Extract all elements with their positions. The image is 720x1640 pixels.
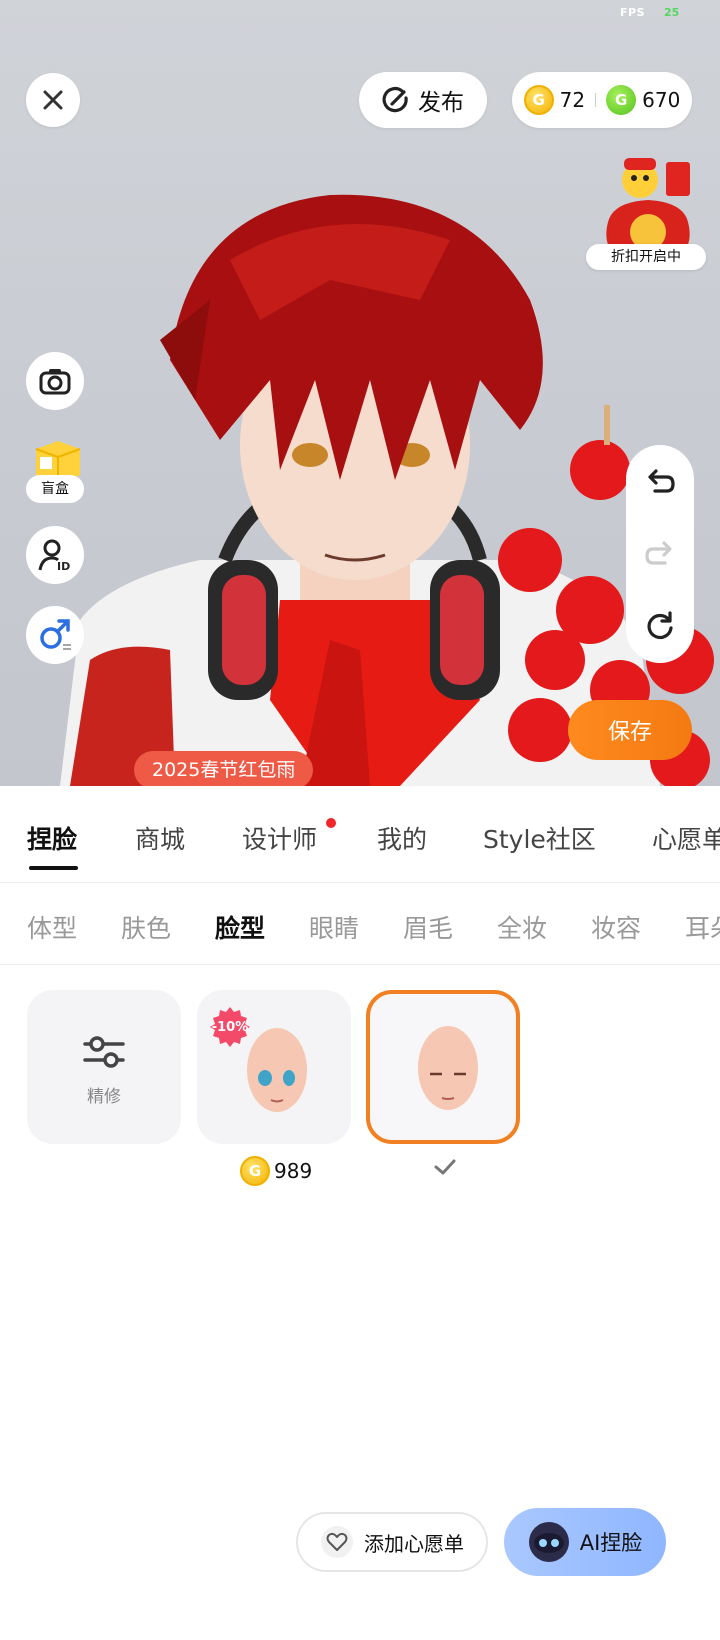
publish-button[interactable]: 发布 bbox=[359, 72, 487, 128]
gold-coin-count: 72 bbox=[559, 88, 586, 112]
category-makeup[interactable]: 妆容 bbox=[591, 909, 641, 945]
checkmark-icon bbox=[434, 1159, 456, 1175]
undo-icon[interactable] bbox=[645, 467, 675, 495]
category-eyebrows[interactable]: 眉毛 bbox=[403, 909, 453, 945]
profile-id-button[interactable]: ID bbox=[26, 526, 84, 584]
tab-mine[interactable]: 我的 bbox=[377, 820, 427, 856]
tab-designer[interactable]: 设计师 bbox=[242, 820, 317, 856]
gold-coin-icon: G bbox=[240, 1156, 270, 1186]
redo-icon[interactable] bbox=[645, 539, 675, 567]
gold-coin-icon: G bbox=[523, 85, 554, 115]
discount-badge-label: -10% bbox=[211, 1019, 249, 1035]
face-preview-image bbox=[418, 1026, 478, 1110]
add-to-wishlist-label: 添加心愿单 bbox=[364, 1531, 464, 1556]
green-coin-icon: G bbox=[606, 85, 637, 115]
category-ears[interactable]: 耳朵 bbox=[685, 909, 720, 945]
fps-value: 25 bbox=[664, 6, 680, 19]
category-face-shape[interactable]: 脸型 bbox=[215, 909, 265, 945]
reset-icon[interactable] bbox=[645, 611, 675, 641]
discount-promo-label[interactable]: 折扣开启中 bbox=[586, 244, 706, 270]
blind-box-label[interactable]: 盲盒 bbox=[26, 475, 84, 503]
save-button[interactable]: 保存 bbox=[568, 700, 692, 760]
spring-festival-event-tag[interactable]: 2025春节红包雨 bbox=[134, 751, 314, 797]
main-tabs: 捏脸 商城 设计师 我的 Style社区 心愿单 bbox=[0, 786, 720, 882]
tab-wishlist[interactable]: 心愿单 bbox=[652, 820, 720, 856]
tab-face-edit[interactable]: 捏脸 bbox=[27, 820, 77, 856]
face-shape-option-1[interactable]: -10% bbox=[197, 990, 351, 1144]
user-id-icon: ID bbox=[38, 539, 70, 572]
currency-divider bbox=[595, 93, 597, 107]
publish-label: 发布 bbox=[418, 90, 464, 116]
category-tabs: 体型 肤色 脸型 眼睛 眉毛 全妆 妆容 耳朵 bbox=[0, 883, 720, 965]
history-controls bbox=[626, 445, 694, 663]
category-body[interactable]: 体型 bbox=[27, 909, 77, 945]
add-to-wishlist-button[interactable]: 添加心愿单 bbox=[296, 1512, 488, 1572]
category-full-makeup[interactable]: 全妆 bbox=[497, 909, 547, 945]
category-divider bbox=[0, 964, 720, 965]
tab-shop[interactable]: 商城 bbox=[135, 820, 185, 856]
sliders-icon bbox=[83, 1036, 125, 1068]
refine-label: 精修 bbox=[87, 1087, 121, 1107]
close-icon bbox=[43, 90, 63, 110]
avatar-preview[interactable]: FPS 25 发布 G 72 G 670 折扣开启中 盲盒 ID 保存 bbox=[0, 0, 720, 786]
category-skin[interactable]: 肤色 bbox=[121, 909, 171, 945]
ai-face-button[interactable]: AI捏脸 bbox=[504, 1508, 666, 1576]
camera-icon bbox=[39, 369, 71, 395]
svg-text:ID: ID bbox=[57, 560, 70, 572]
heart-icon bbox=[321, 1526, 353, 1558]
category-eyes[interactable]: 眼睛 bbox=[309, 909, 359, 945]
face-shape-option-2[interactable] bbox=[366, 990, 520, 1144]
gender-switch-button[interactable] bbox=[26, 606, 84, 664]
ai-face-label: AI捏脸 bbox=[579, 1531, 643, 1555]
active-tab-indicator bbox=[29, 866, 78, 870]
tab-style-community[interactable]: Style社区 bbox=[483, 820, 596, 856]
robot-icon bbox=[528, 1522, 569, 1562]
green-coin-count: 670 bbox=[642, 88, 681, 112]
close-button[interactable] bbox=[26, 73, 80, 127]
male-gender-icon bbox=[40, 619, 71, 650]
fps-label: FPS bbox=[620, 6, 645, 19]
currency-balance[interactable]: G 72 G 670 bbox=[512, 72, 692, 128]
designer-notification-dot bbox=[326, 818, 336, 828]
item-price: G 989 bbox=[240, 1156, 312, 1186]
refine-card[interactable]: 精修 bbox=[27, 990, 181, 1144]
publish-icon bbox=[382, 86, 408, 113]
camera-button[interactable] bbox=[26, 352, 84, 410]
item-price-value: 989 bbox=[274, 1159, 313, 1183]
